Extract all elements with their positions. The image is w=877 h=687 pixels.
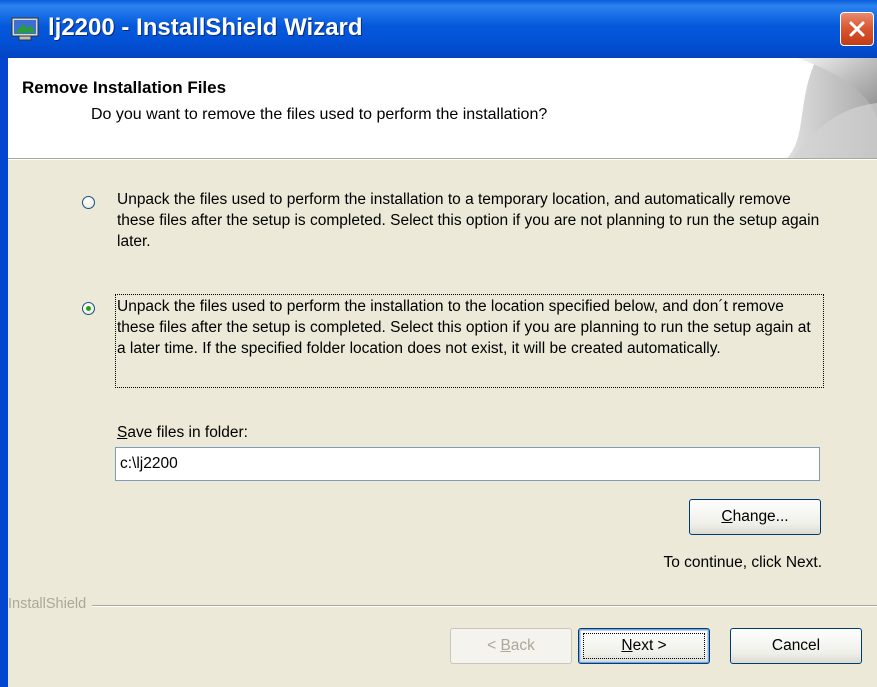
option-keep-label[interactable]: Unpack the files used to perform the ins… — [117, 296, 822, 359]
back-button[interactable]: < Back — [450, 628, 572, 664]
page-curl-graphic — [787, 58, 877, 158]
next-focus-rect — [583, 633, 705, 659]
installer-app-icon — [11, 17, 39, 41]
close-icon — [849, 21, 865, 37]
header-divider — [8, 158, 877, 160]
cancel-button[interactable]: Cancel — [730, 628, 862, 664]
option-temporary-label[interactable]: Unpack the files used to perform the ins… — [117, 189, 822, 252]
save-folder-label: Save files in folder: — [117, 424, 248, 442]
installshield-brand: InstallShield — [8, 596, 93, 612]
close-button[interactable] — [840, 12, 874, 46]
back-label: ack — [510, 637, 535, 654]
continue-hint: To continue, click Next. — [663, 554, 822, 571]
page-title: Remove Installation Files — [22, 78, 227, 97]
header-panel: Remove Installation Files Do you want to… — [8, 58, 877, 158]
window-left-border — [0, 58, 8, 687]
installshield-divider — [8, 605, 877, 607]
next-button[interactable]: Next > — [578, 628, 710, 664]
back-prefix: < — [487, 637, 501, 654]
save-folder-label-text: ave files in folder: — [127, 424, 248, 441]
save-folder-mnemonic: S — [117, 424, 128, 441]
installshield-wizard-window: lj2200 - InstallShield Wizard Remove Ins… — [0, 0, 877, 687]
title-bar[interactable]: lj2200 - InstallShield Wizard — [0, 0, 877, 58]
page-subtitle: Do you want to remove the files used to … — [91, 106, 548, 123]
back-mnemonic: B — [500, 637, 511, 654]
change-button[interactable]: Change... — [689, 499, 821, 535]
option-temporary-radio[interactable] — [82, 196, 95, 209]
change-label: hange... — [732, 508, 789, 525]
option-keep-radio[interactable] — [82, 302, 95, 315]
save-folder-input[interactable] — [115, 447, 820, 481]
window-title: lj2200 - InstallShield Wizard — [48, 14, 363, 41]
change-mnemonic: C — [721, 508, 733, 525]
